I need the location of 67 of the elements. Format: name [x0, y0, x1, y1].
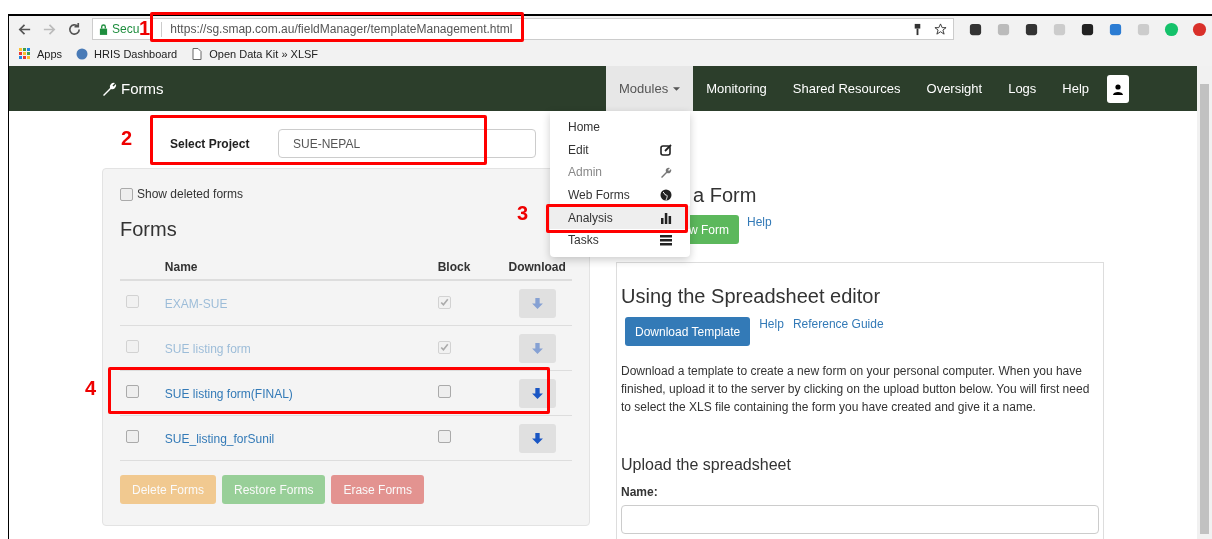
down-arrow-icon — [530, 341, 544, 355]
modules-dropdown[interactable]: Modules — [606, 66, 694, 111]
annotation-number: 3 — [517, 203, 529, 223]
extension-icon[interactable] — [968, 21, 983, 37]
form-name-link[interactable]: SUE_listing_forSunil — [164, 431, 275, 446]
card-link[interactable]: Reference Guide — [792, 317, 884, 331]
annotation-number: 2 — [121, 128, 133, 148]
wrench-icon — [101, 80, 117, 97]
menu-item[interactable]: Home — [550, 116, 690, 139]
row-checkbox[interactable] — [126, 385, 139, 398]
brand-title[interactable]: Forms — [121, 80, 164, 97]
globe-icon — [76, 48, 89, 60]
down-arrow-icon — [530, 386, 544, 400]
column-header: Download — [507, 260, 567, 274]
nav-link[interactable]: Oversight — [913, 66, 996, 111]
globe-icon — [660, 189, 672, 202]
block-checkbox[interactable] — [437, 385, 451, 398]
lock-icon — [99, 23, 108, 35]
bookmark-link[interactable]: Apps — [37, 48, 63, 60]
column-header: Block — [436, 260, 472, 274]
nav-link[interactable]: Monitoring — [693, 66, 780, 111]
download-button[interactable] — [518, 378, 556, 408]
form-name-link[interactable]: SUE listing form(FINAL) — [164, 386, 293, 401]
down-arrow-icon — [530, 431, 544, 445]
name-input-field[interactable] — [621, 505, 1099, 534]
annotation-number: 4 — [85, 378, 97, 398]
nav-link[interactable]: Help — [1049, 66, 1103, 111]
apps-grid-icon — [19, 48, 31, 60]
menu-item[interactable]: Web Forms — [550, 183, 690, 207]
upload-heading: Upload the spreadsheet — [621, 456, 792, 474]
menu-item[interactable]: Analysis — [550, 206, 690, 229]
bookmark-link[interactable]: HRIS Dashboard — [94, 48, 178, 60]
caret-icon — [673, 86, 681, 91]
nav-link[interactable]: Logs — [995, 66, 1050, 111]
edit-icon — [660, 143, 672, 156]
page-icon — [191, 48, 204, 60]
secure-label: Secu — [112, 22, 140, 36]
row-checkbox[interactable] — [126, 430, 139, 443]
bar-chart-icon — [660, 211, 672, 224]
checkbox[interactable] — [120, 187, 133, 201]
instructions-text: Download a template to create a new form on your personal computer. When you have finished, upload it to the server by clicking on the upload button below. You will first need to select the XLS file containing the form you have created and give it a name. — [621, 363, 1091, 416]
field-label: Name: — [621, 485, 659, 499]
reload-icon[interactable] — [67, 21, 82, 37]
checkbox-label: Show deleted forms — [137, 187, 244, 201]
wrench-icon — [660, 166, 672, 179]
project-select[interactable]: SUE-NEPAL — [278, 129, 536, 158]
section-heading: a Form — [693, 184, 758, 207]
menu-item[interactable]: Edit — [550, 138, 690, 162]
select-project-label: Select Project — [170, 136, 251, 151]
user-avatar-icon[interactable] — [1107, 74, 1130, 103]
panel-title: Forms — [120, 218, 178, 241]
card-title: Using the Spreadsheet editor — [621, 285, 882, 308]
nav-link[interactable]: Shared Resources — [779, 66, 914, 111]
star-icon[interactable] — [934, 22, 947, 36]
column-header: Name — [164, 260, 199, 274]
url-text: https://sg.smap.com.au/fieldManager/templateManagement.html — [170, 22, 513, 36]
annotation-number: 1 — [139, 18, 151, 38]
card-link[interactable]: Help — [759, 317, 784, 331]
tasks-icon — [660, 234, 672, 247]
extension-icon[interactable] — [1024, 21, 1039, 37]
help-link[interactable]: Help — [747, 215, 772, 229]
extension-icon[interactable] — [1080, 21, 1095, 37]
down-arrow-icon — [530, 296, 544, 310]
block-checkbox[interactable] — [437, 430, 451, 443]
download-button[interactable] — [518, 423, 556, 453]
bookmark-link[interactable]: Open Data Kit » XLSF — [209, 48, 319, 60]
download-template-button[interactable]: Download Template — [625, 317, 751, 346]
